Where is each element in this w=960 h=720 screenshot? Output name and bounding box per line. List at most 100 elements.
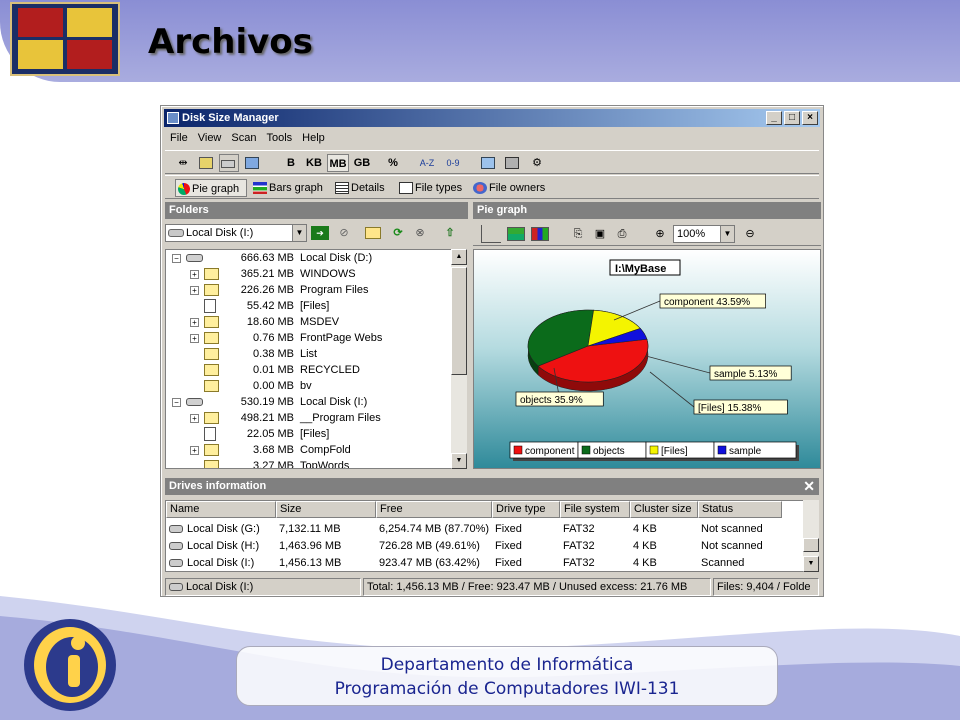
tree-folder-row[interactable]: +18.60 MB MSDEV	[166, 314, 454, 330]
folder-icon	[204, 332, 219, 344]
drive-icon	[169, 542, 183, 550]
chevron-down-icon[interactable]: ▼	[720, 226, 734, 242]
save-icon[interactable]: ▣	[591, 225, 609, 243]
tree-folder-row[interactable]: +3.68 MB CompFold	[166, 442, 454, 458]
tree-folder-row[interactable]: +0.76 MB FrontPage Webs	[166, 330, 454, 346]
tree-folder-row[interactable]: 22.05 MB [Files]	[166, 426, 454, 442]
scroll-thumb[interactable]	[803, 538, 819, 552]
tree-folder-row[interactable]: +226.26 MB Program Files	[166, 282, 454, 298]
data-label: component 43.59%	[664, 297, 750, 308]
menu-help[interactable]: Help	[297, 130, 330, 146]
cancel-icon[interactable]: ⊗	[411, 224, 429, 242]
unit-percent-button[interactable]: %	[383, 154, 403, 172]
collapse-icon[interactable]: −	[172, 398, 181, 407]
scroll-thumb[interactable]	[451, 267, 467, 375]
bars-graph-tab-label: Bars graph	[269, 182, 323, 194]
go-arrow-icon[interactable]: ➔	[311, 226, 329, 240]
chart-style-icon[interactable]	[507, 227, 525, 241]
menu-bar: File View Scan Tools Help	[165, 130, 330, 148]
close-panel-icon[interactable]: ✕	[803, 478, 815, 495]
folder-icon	[204, 316, 219, 328]
close-button[interactable]: ×	[802, 111, 818, 125]
tree-folder-row[interactable]: 0.38 MB List	[166, 346, 454, 362]
unit-kb-button[interactable]: KB	[303, 154, 325, 172]
unit-gb-button[interactable]: GB	[351, 154, 373, 172]
status-files: Files: 9,404 / Folde	[713, 578, 819, 596]
sort-alpha-button[interactable]: A-Z	[415, 154, 439, 172]
window-titlebar[interactable]: Disk Size Manager _ □ ×	[164, 109, 820, 127]
unit-mb-button[interactable]: MB	[327, 154, 349, 172]
zoom-out-icon[interactable]: ⊖	[741, 225, 759, 243]
minimize-button[interactable]: _	[766, 111, 782, 125]
refresh-drive-icon[interactable]	[243, 154, 263, 172]
print-icon[interactable]: ⎙	[613, 225, 631, 243]
expand-width-icon[interactable]: ⇹	[173, 154, 193, 172]
menu-tools[interactable]: Tools	[261, 130, 297, 146]
column-header[interactable]: Name	[166, 501, 276, 518]
pie-graph-tab[interactable]: Pie graph	[175, 179, 247, 197]
tree-size: 0.38 MB	[253, 348, 294, 360]
drive-icon	[186, 254, 203, 262]
open-folder-icon[interactable]	[365, 227, 381, 239]
expand-icon[interactable]: +	[190, 270, 199, 279]
drives-scrollbar[interactable]: ▼	[803, 500, 819, 572]
tree-folder-row[interactable]: 0.01 MB RECYCLED	[166, 362, 454, 378]
file-types-tab[interactable]: File types	[399, 179, 465, 197]
scroll-up-icon[interactable]: ▲	[451, 249, 467, 265]
tree-drive-row[interactable]: − 666.63 MB Local Disk (D:)	[166, 250, 454, 266]
tree-folder-row[interactable]: +365.21 MB WINDOWS	[166, 266, 454, 282]
details-tab[interactable]: Details	[335, 179, 393, 197]
stop-icon[interactable]: ⊘	[335, 224, 353, 242]
expand-icon[interactable]: +	[190, 334, 199, 343]
tree-drive-row[interactable]: − 530.19 MB Local Disk (I:)	[166, 394, 454, 410]
up-folder-icon[interactable]: ⇧	[441, 224, 459, 242]
collapse-icon[interactable]: −	[172, 254, 181, 263]
refresh-icon[interactable]: ⟳	[389, 224, 407, 242]
unit-b-button[interactable]: B	[281, 154, 301, 172]
tree-folder-row[interactable]: +498.21 MB __Program Files	[166, 410, 454, 426]
report-icon[interactable]	[479, 154, 499, 172]
scroll-down-icon[interactable]: ▼	[451, 453, 467, 469]
chevron-down-icon[interactable]: ▼	[292, 225, 306, 241]
tools-icon[interactable]	[503, 154, 523, 172]
tree-folder-row[interactable]: 0.00 MB bv	[166, 378, 454, 394]
settings-gear-icon[interactable]: ⚙	[527, 154, 547, 172]
expand-icon[interactable]: +	[190, 446, 199, 455]
zoom-in-icon[interactable]: ⊕	[651, 225, 669, 243]
label-leader-line	[649, 371, 695, 408]
bars-graph-tab[interactable]: Bars graph	[253, 179, 329, 197]
column-header[interactable]: File system	[560, 501, 630, 518]
menu-view[interactable]: View	[193, 130, 227, 146]
line-chart-icon[interactable]	[481, 225, 501, 243]
tree-name: List	[300, 348, 318, 360]
file-owners-tab[interactable]: File owners	[473, 179, 551, 197]
column-header[interactable]: Free	[376, 501, 492, 518]
scan-computer-icon[interactable]	[197, 154, 217, 172]
copy-icon[interactable]: ⎘	[569, 225, 587, 243]
table-cell: 4 KB	[633, 557, 657, 569]
column-header[interactable]: Cluster size	[630, 501, 698, 518]
table-cell: Scanned	[701, 557, 745, 569]
zoom-select[interactable]: 100% ▼	[673, 225, 735, 243]
status-drive: Local Disk (I:)	[165, 578, 361, 596]
tree-folder-row[interactable]: 3.27 MB TopWords	[166, 458, 454, 468]
column-header[interactable]: Status	[698, 501, 782, 518]
column-header[interactable]: Size	[276, 501, 376, 518]
color-scheme-icon[interactable]	[531, 227, 549, 241]
expand-icon[interactable]: +	[190, 414, 199, 423]
folders-scrollbar[interactable]: ▲ ▼	[451, 249, 467, 469]
drives-table: Name Size Free Drive type File system Cluster…	[165, 500, 819, 572]
maximize-button[interactable]: □	[784, 111, 800, 125]
drive-icon[interactable]	[219, 154, 239, 172]
table-cell: 1,456.13 MB	[279, 557, 342, 569]
tree-folder-row[interactable]: 55.42 MB [Files]	[166, 298, 454, 314]
sort-numeric-button[interactable]: 0-9	[441, 154, 465, 172]
drive-select[interactable]: Local Disk (I:) ▼	[165, 224, 307, 242]
menu-file[interactable]: File	[165, 130, 193, 146]
expand-icon[interactable]: +	[190, 286, 199, 295]
scroll-down-icon[interactable]: ▼	[803, 556, 819, 572]
menu-scan[interactable]: Scan	[226, 130, 261, 146]
table-cell: FAT32	[563, 540, 595, 552]
column-header[interactable]: Drive type	[492, 501, 560, 518]
expand-icon[interactable]: +	[190, 318, 199, 327]
